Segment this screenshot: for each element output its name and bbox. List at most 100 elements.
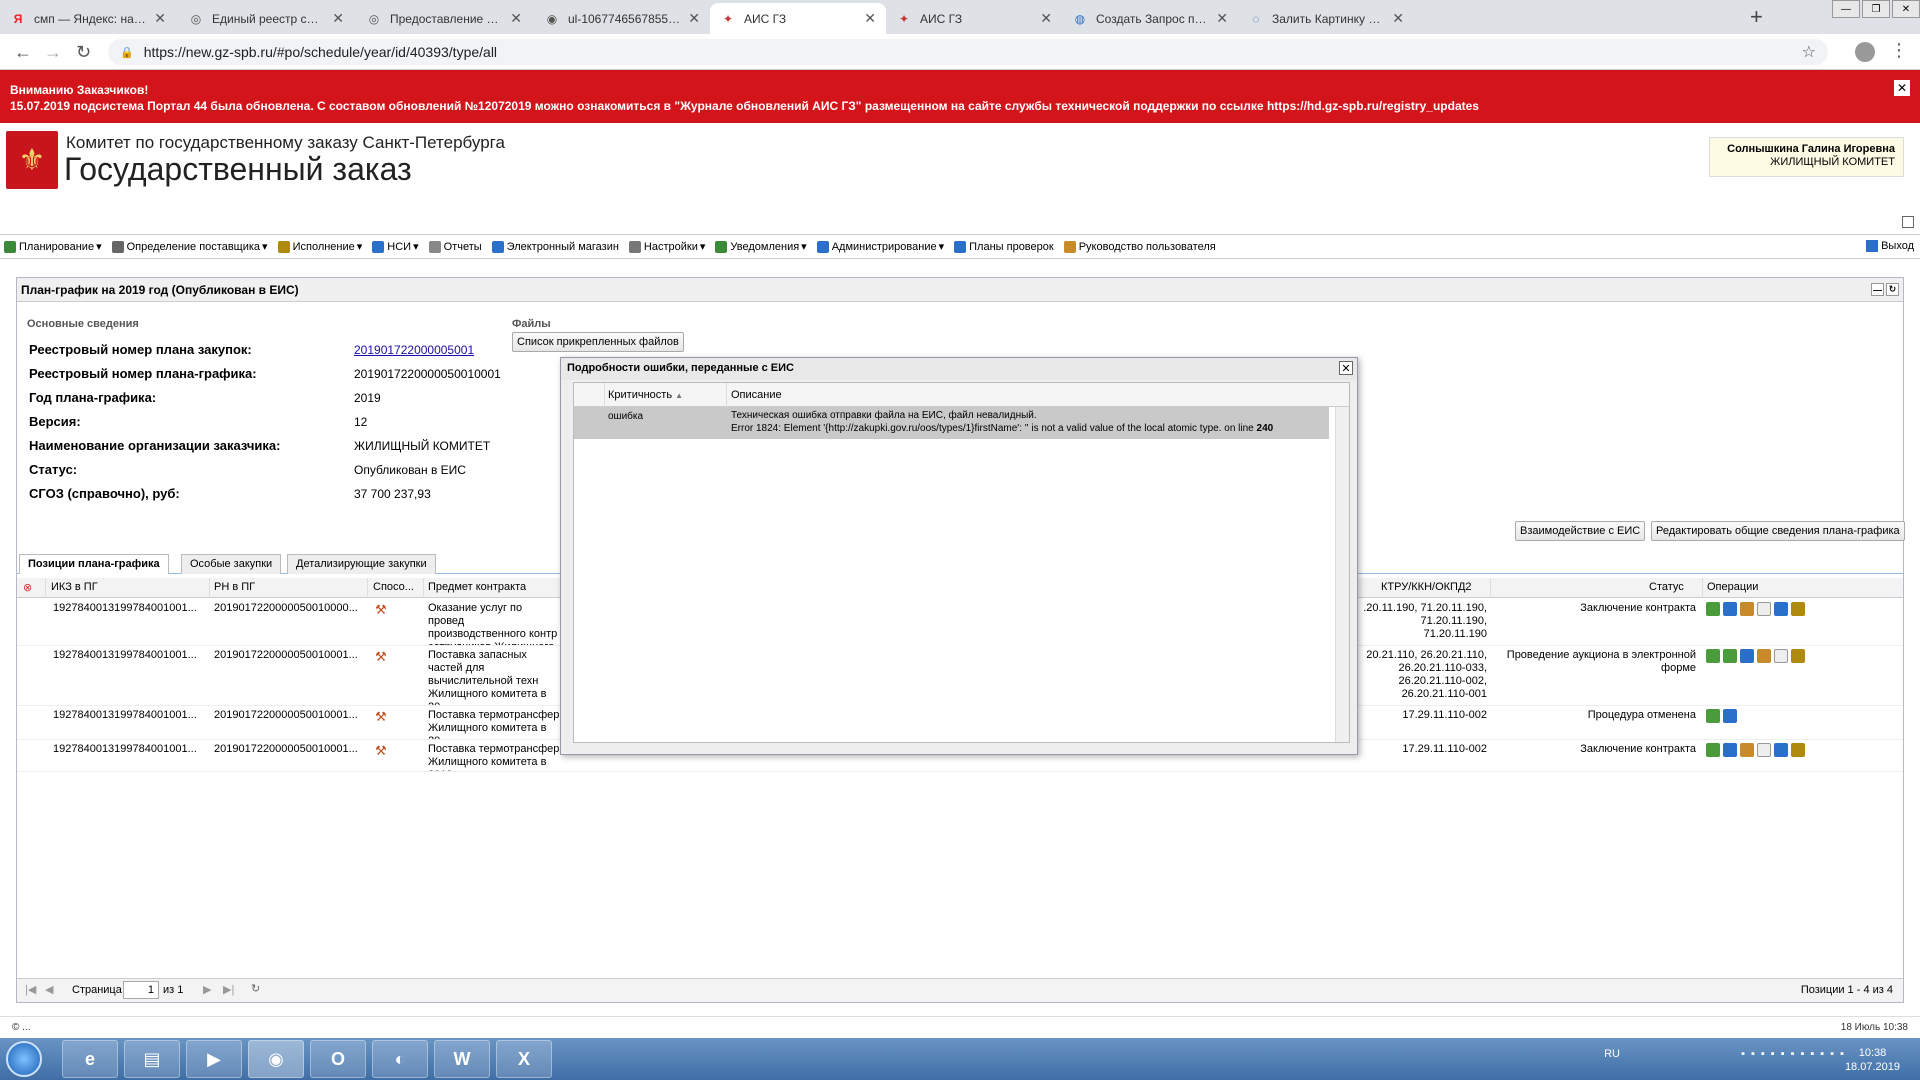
operation-icon[interactable] (1723, 743, 1737, 757)
operation-icon[interactable] (1757, 743, 1771, 757)
eis-interaction-button[interactable]: Взаимодействие с ЕИС (1515, 521, 1646, 541)
edit-general-info-button[interactable]: Редактировать общие сведения плана-графи… (1651, 521, 1905, 541)
plan-number-link[interactable]: 201901722000005001 (354, 343, 474, 357)
minimize-button[interactable]: — (1832, 0, 1860, 18)
firefox-taskbar-icon[interactable]: ◐ (372, 1040, 428, 1078)
tab-close-icon[interactable]: ✕ (154, 10, 166, 27)
restore-button[interactable]: ❐ (1862, 0, 1890, 18)
tab-close-icon[interactable]: ✕ (864, 10, 876, 27)
browser-menu-icon[interactable]: ⋮ (1890, 40, 1908, 61)
operation-icon[interactable] (1723, 709, 1737, 723)
explorer-taskbar-icon[interactable]: ▤ (124, 1040, 180, 1078)
menu-item[interactable]: Администрирование ▾ (816, 240, 944, 253)
operation-icon[interactable] (1706, 602, 1720, 616)
browser-tab[interactable]: ◎ Предоставление сведений ✕ (356, 3, 532, 34)
prev-page-icon[interactable]: ◀ (45, 983, 53, 996)
operation-icon[interactable] (1791, 649, 1805, 663)
page-number-input[interactable]: 1 (123, 981, 159, 999)
tab-special-purchases[interactable]: Особые закупки (181, 554, 282, 574)
excel-taskbar-icon[interactable]: X (496, 1040, 552, 1078)
browser-tab[interactable]: ◎ Единый реестр субъектов м ✕ (178, 3, 354, 34)
operation-icon[interactable] (1774, 743, 1788, 757)
col-ikz[interactable]: ИКЗ в ПГ (51, 581, 98, 593)
menu-item[interactable]: Исполнение ▾ (277, 240, 362, 253)
reload-icon[interactable]: ↻ (76, 42, 91, 63)
ie-taskbar-icon[interactable]: e (62, 1040, 118, 1078)
operation-icon[interactable] (1740, 743, 1754, 757)
menu-item[interactable]: Уведомления ▾ (715, 240, 807, 253)
col-subject[interactable]: Предмет контракта (428, 581, 526, 593)
tab-close-icon[interactable]: ✕ (688, 10, 700, 27)
panel-refresh-button[interactable]: ↻ (1886, 283, 1899, 296)
outlook-taskbar-icon[interactable]: O (310, 1040, 366, 1078)
bookmark-star-icon[interactable]: ☆ (1802, 42, 1816, 62)
operation-icon[interactable] (1706, 709, 1720, 723)
operation-icon[interactable] (1723, 602, 1737, 616)
language-indicator[interactable]: RU (1604, 1048, 1620, 1060)
col-ktru[interactable]: КТРУ/ККН/ОКПД2 (1381, 581, 1472, 593)
tab-close-icon[interactable]: ✕ (1040, 10, 1052, 27)
col-severity[interactable]: Критичность ▲ (608, 389, 683, 401)
browser-tab[interactable]: ◍ Создать Запрос поддержки ✕ (1062, 3, 1238, 34)
start-button[interactable] (6, 1041, 42, 1077)
menu-item[interactable]: Настройки ▾ (628, 240, 705, 253)
system-tray-icons[interactable]: ▪▪▪▪▪▪▪▪▪▪▪ (1741, 1048, 1850, 1060)
operation-icon[interactable] (1706, 743, 1720, 757)
tab-close-icon[interactable]: ✕ (332, 10, 344, 27)
close-window-button[interactable]: ✕ (1892, 0, 1920, 18)
col-method[interactable]: Спосо... (373, 581, 414, 593)
browser-tab[interactable]: Ясмп — Яндекс: нашлось 74 ✕ (0, 3, 176, 34)
banner-close-button[interactable]: ✕ (1894, 80, 1910, 96)
dialog-close-button[interactable]: ✕ (1339, 361, 1353, 375)
tab-close-icon[interactable]: ✕ (510, 10, 522, 27)
menu-item[interactable]: Планирование ▾ (4, 240, 102, 253)
first-page-icon[interactable]: |◀ (25, 983, 36, 996)
filter-clear-icon[interactable]: ⊗ (23, 581, 32, 594)
operation-icon[interactable] (1757, 602, 1771, 616)
panel-collapse-button[interactable]: — (1871, 283, 1884, 296)
word-taskbar-icon[interactable]: W (434, 1040, 490, 1078)
media-player-taskbar-icon[interactable]: ▶ (186, 1040, 242, 1078)
col-status[interactable]: Статус (1649, 581, 1684, 593)
menu-item[interactable]: Электронный магазин (491, 240, 619, 253)
refresh-grid-icon[interactable]: ↻ (251, 982, 260, 995)
browser-tab[interactable]: ◉ ul-1067746567855-2019071 ✕ (534, 3, 710, 34)
operation-icon[interactable] (1774, 602, 1788, 616)
menu-item[interactable]: Отчеты (428, 240, 482, 253)
back-icon[interactable]: ← (14, 42, 32, 63)
next-page-icon[interactable]: ▶ (203, 983, 211, 996)
operation-icon[interactable] (1774, 649, 1788, 663)
browser-tab[interactable]: ✦ АИС ГЗ ✕ (710, 3, 886, 34)
tab-close-icon[interactable]: ✕ (1392, 10, 1404, 27)
tab-positions[interactable]: Позиции плана-графика (19, 554, 169, 574)
browser-tab[interactable]: ◌ Залить Картинку - Загрузит ✕ (1238, 3, 1414, 34)
operation-icon[interactable] (1791, 743, 1805, 757)
error-row[interactable]: ошибка Техническая ошибка отправки файла… (574, 407, 1329, 439)
menu-item[interactable]: Планы проверок (954, 240, 1054, 253)
forward-icon[interactable]: → (44, 42, 62, 63)
last-page-icon[interactable]: ▶| (223, 983, 234, 996)
taskbar-clock[interactable]: 10:38 18.07.2019 (1845, 1046, 1900, 1074)
menu-item[interactable]: Определение поставщика ▾ (111, 240, 268, 253)
address-bar[interactable]: 🔒 https://new.gz-spb.ru/#po/schedule/yea… (108, 39, 1828, 65)
col-description[interactable]: Описание (731, 389, 782, 401)
browser-tab[interactable]: ✦ АИС ГЗ ✕ (886, 3, 1062, 34)
collapse-header-button[interactable] (1902, 216, 1914, 228)
error-grid-scrollbar[interactable] (1335, 407, 1349, 742)
operation-icon[interactable] (1740, 649, 1754, 663)
profile-avatar[interactable] (1855, 42, 1875, 62)
menu-item[interactable]: НСИ ▾ (372, 240, 419, 253)
chrome-taskbar-icon[interactable]: ◉ (248, 1040, 304, 1078)
tab-detailing-purchases[interactable]: Детализирующие закупки (287, 554, 436, 574)
operation-icon[interactable] (1740, 602, 1754, 616)
operation-icon[interactable] (1706, 649, 1720, 663)
col-rn[interactable]: РН в ПГ (214, 581, 255, 593)
operation-icon[interactable] (1791, 602, 1805, 616)
operation-icon[interactable] (1757, 649, 1771, 663)
tab-close-icon[interactable]: ✕ (1216, 10, 1228, 27)
operation-icon[interactable] (1723, 649, 1737, 663)
exit-button[interactable]: Выход (1866, 240, 1914, 252)
menu-item[interactable]: Руководство пользователя (1063, 240, 1216, 253)
new-tab-button[interactable]: + (1750, 4, 1763, 30)
attached-files-button[interactable]: Список прикрепленных файлов (512, 332, 684, 352)
